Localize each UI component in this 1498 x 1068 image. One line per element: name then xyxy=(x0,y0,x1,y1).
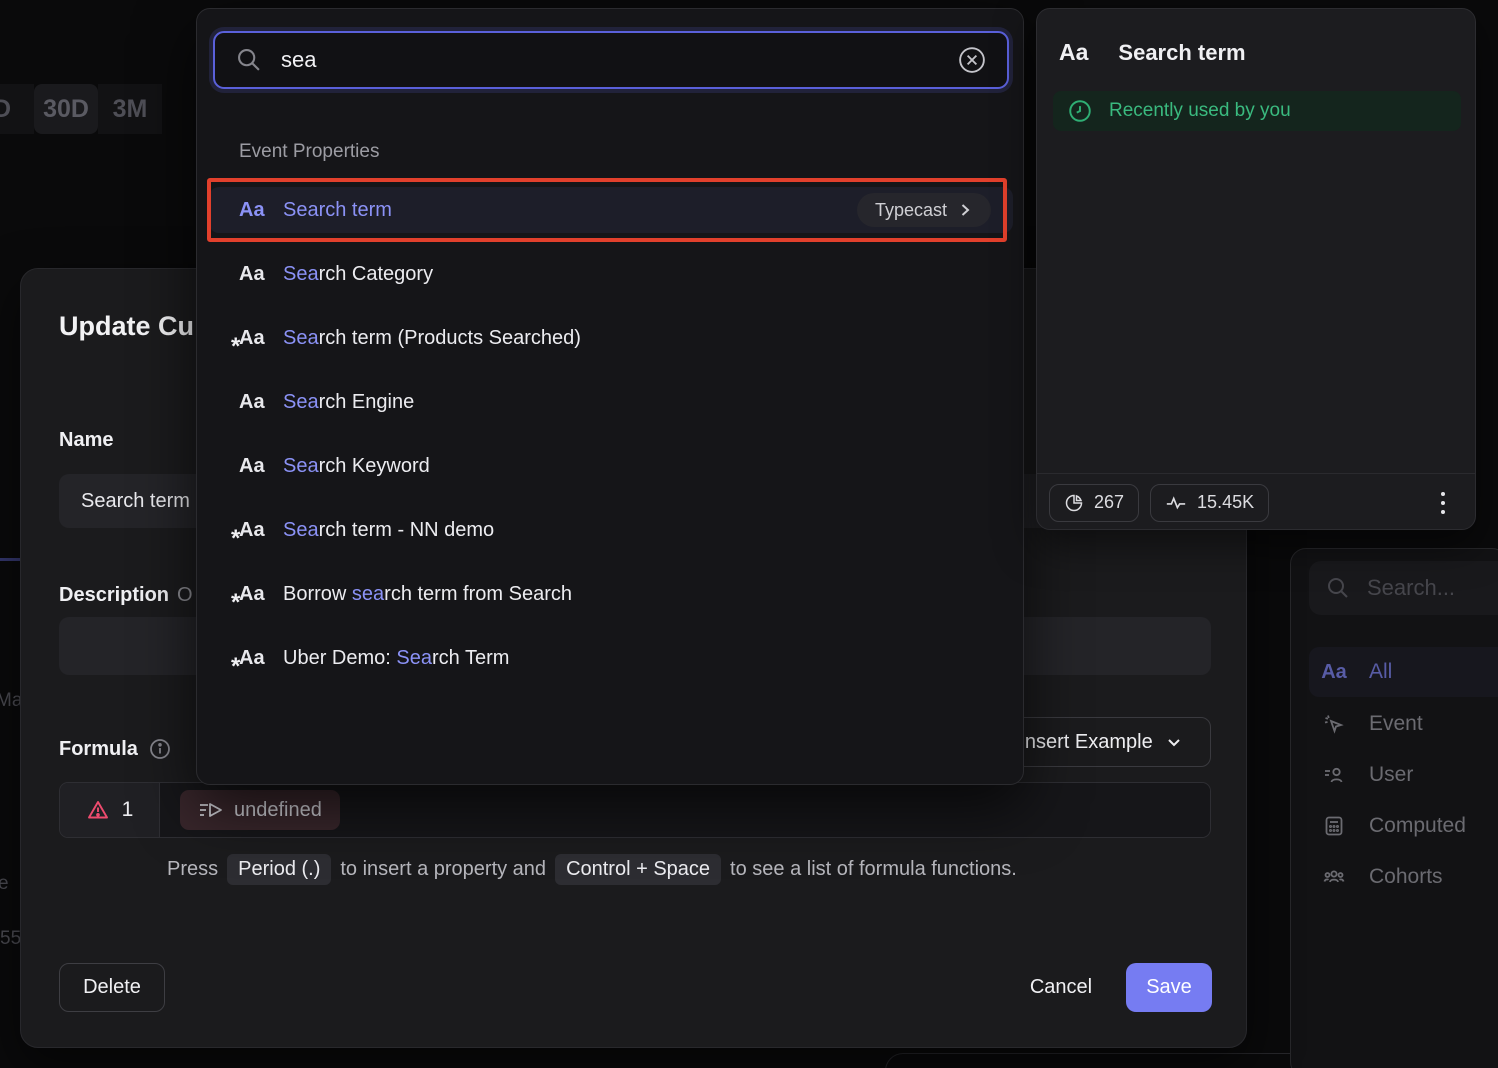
formula-editor: 1 undefined xyxy=(59,782,1211,838)
info-icon[interactable] xyxy=(148,737,172,761)
text-type-icon: Aa* xyxy=(239,391,269,414)
sidebar-search-placeholder: Search... xyxy=(1367,575,1455,601)
sidebar-search-input[interactable]: Search... xyxy=(1309,561,1498,615)
modal-title: Update Cu xyxy=(59,311,194,342)
typecast-token-icon xyxy=(198,799,224,821)
chart-line-fragment xyxy=(0,558,22,561)
search-input[interactable]: sea xyxy=(213,31,1009,89)
cohorts-icon xyxy=(1321,865,1347,889)
property-list-item[interactable]: Aa* Borrow search term from Search xyxy=(209,571,1013,617)
text-type-icon: Aa xyxy=(1321,661,1347,684)
axis-label-fragment: 55 xyxy=(0,928,21,950)
undefined-token[interactable]: undefined xyxy=(180,790,340,830)
delete-button[interactable]: Delete xyxy=(59,963,165,1012)
property-list-item[interactable]: Aa* Search term (Products Searched) xyxy=(209,315,1013,361)
property-list-item[interactable]: Aa* Search term - NN demo xyxy=(209,507,1013,553)
text-type-icon: Aa xyxy=(1059,39,1088,66)
property-list-item[interactable]: Aa* Search Keyword xyxy=(209,443,1013,489)
time-range-tabs: D 30D 3M xyxy=(0,84,162,134)
property-list: Aa* Search term Typecast Aa* Search Cate… xyxy=(209,187,1013,699)
property-list-item[interactable]: Aa* Uber Demo: Search Term xyxy=(209,635,1013,681)
volume-pill[interactable]: 15.45K xyxy=(1150,484,1269,522)
property-search-dropdown: sea Event Properties Aa* Search term Typ… xyxy=(196,8,1024,785)
sidebar-item-cohorts[interactable]: Cohorts xyxy=(1309,852,1498,902)
distinct-count-pill[interactable]: 267 xyxy=(1049,484,1139,522)
chevron-down-icon xyxy=(1165,733,1183,751)
app-root: D 30D 3M May e 55 Search... Aa All Event xyxy=(0,0,1498,1068)
property-list-item[interactable]: Aa* Search Category xyxy=(209,251,1013,297)
text-type-icon: Aa* xyxy=(239,647,269,670)
section-label: Event Properties xyxy=(239,141,379,163)
recently-used-badge: Recently used by you xyxy=(1053,91,1461,131)
kebab-menu-icon[interactable] xyxy=(1441,492,1445,514)
text-type-icon: Aa* xyxy=(239,327,269,350)
tab-d[interactable]: D xyxy=(0,84,34,134)
detail-title: Search term xyxy=(1118,40,1245,66)
axis-label-fragment: e xyxy=(0,873,9,895)
optional-hint: O xyxy=(177,584,193,606)
search-icon xyxy=(1325,576,1351,600)
user-icon xyxy=(1321,763,1347,787)
tab-3m[interactable]: 3M xyxy=(98,84,162,134)
property-type-sidebar: Search... Aa All Event User Computed xyxy=(1290,548,1498,1068)
text-type-icon: Aa* xyxy=(239,519,269,542)
search-query: sea xyxy=(281,47,957,73)
text-type-icon: Aa* xyxy=(239,199,269,222)
cursor-click-icon xyxy=(1321,712,1347,736)
formula-error-count: 1 xyxy=(60,783,160,837)
calculator-icon xyxy=(1321,814,1347,838)
chevron-right-icon xyxy=(957,202,973,218)
save-button[interactable]: Save xyxy=(1126,963,1212,1012)
formula-hint: Press Period (.) to insert a property an… xyxy=(167,854,1017,885)
sidebar-item-all[interactable]: Aa All xyxy=(1309,647,1498,697)
kbd-control-space: Control + Space xyxy=(555,854,721,885)
typecast-badge[interactable]: Typecast xyxy=(857,193,991,227)
cancel-button[interactable]: Cancel xyxy=(1006,963,1116,1012)
property-list-item[interactable]: Aa* Search term Typecast xyxy=(209,187,1013,233)
sidebar-item-user[interactable]: User xyxy=(1309,750,1498,800)
property-list-item[interactable]: Aa* Search Engine xyxy=(209,379,1013,425)
sidebar-item-computed[interactable]: Computed xyxy=(1309,801,1498,851)
name-label: Name xyxy=(59,429,113,452)
sidebar-item-event[interactable]: Event xyxy=(1309,699,1498,749)
text-type-icon: Aa* xyxy=(239,583,269,606)
activity-icon xyxy=(1165,492,1187,514)
clear-icon[interactable] xyxy=(957,45,987,75)
kbd-period: Period (.) xyxy=(227,854,331,885)
property-detail-panel: Aa Search term Recently used by you 267 … xyxy=(1036,8,1476,530)
clock-icon xyxy=(1067,98,1093,124)
tab-30d[interactable]: 30D xyxy=(34,84,98,134)
text-type-icon: Aa* xyxy=(239,455,269,478)
text-type-icon: Aa* xyxy=(239,263,269,286)
warning-icon xyxy=(86,798,110,822)
formula-input[interactable]: undefined xyxy=(160,783,1210,837)
detail-footer: 267 15.45K xyxy=(1037,473,1475,531)
description-label: DescriptionO xyxy=(59,584,193,607)
formula-label: Formula xyxy=(59,737,172,761)
insert-example-button[interactable]: Insert Example xyxy=(991,717,1211,767)
search-icon xyxy=(235,46,263,74)
pie-chart-icon xyxy=(1064,493,1084,513)
